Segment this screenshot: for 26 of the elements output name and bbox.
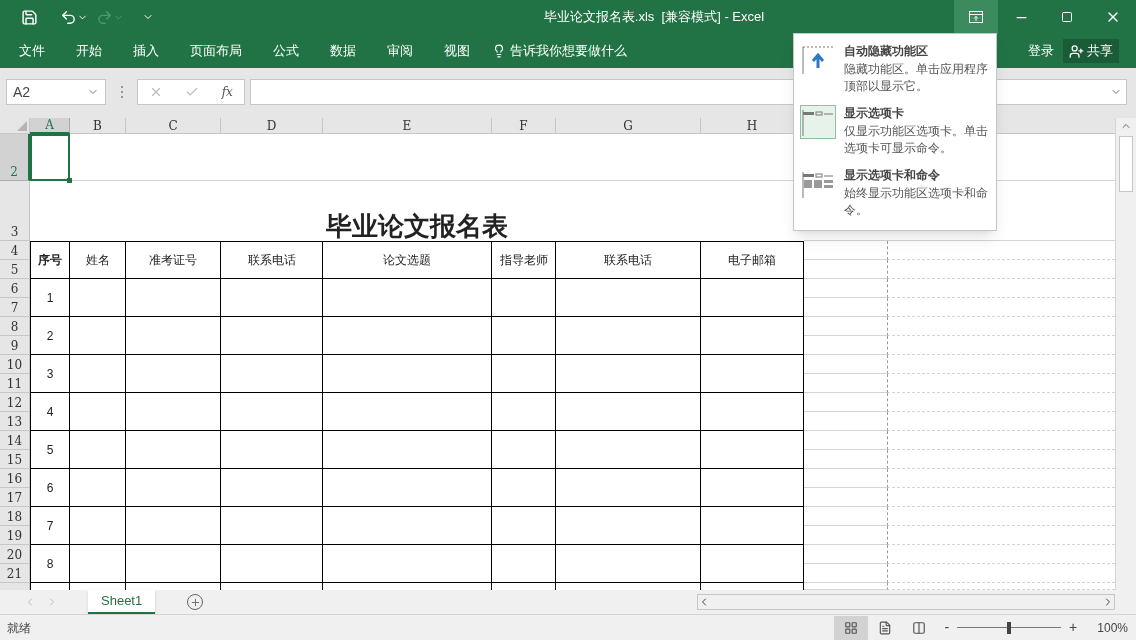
option-title: 显示选项卡 (844, 105, 905, 121)
option-title: 自动隐藏功能区 (844, 43, 929, 59)
sheet-title: 毕业论文报名表 (325, 210, 509, 241)
table-header-cell: 联系电话 (556, 241, 701, 279)
table-cell: 7 (30, 507, 70, 545)
option-description: 仅显示功能区选项卡。单击选项卡可显示命令。 (844, 123, 989, 157)
table-header-cell: 准考证号 (126, 241, 221, 279)
window-title: 毕业论文报名表.xls [兼容模式] - Excel (543, 8, 765, 27)
table-cell: 6 (30, 469, 70, 507)
option-description: 隐藏功能区。单击应用程序顶部以显示它。 (844, 61, 989, 95)
option-description: 始终显示功能区选项卡和命令。 (844, 185, 989, 219)
option-title: 显示选项卡和命令 (844, 167, 941, 183)
table-cell: 4 (30, 393, 70, 431)
status-text: 就绪 (7, 619, 31, 637)
table-cell: 5 (30, 431, 70, 469)
table-header-cell: 序号 (30, 241, 70, 279)
table-header-cell: 联系电话 (221, 241, 323, 279)
table-header-cell: 论文选题 (323, 241, 492, 279)
table-cell: 1 (30, 279, 70, 317)
table-cell: 3 (30, 355, 70, 393)
table-header-cell: 姓名 (70, 241, 126, 279)
cell-reference: A2 (13, 82, 31, 102)
table-header-cell: 电子邮箱 (701, 241, 804, 279)
table-cell: 8 (30, 545, 70, 583)
table-cell: 2 (30, 317, 70, 355)
table-header-cell: 指导老师 (492, 241, 556, 279)
